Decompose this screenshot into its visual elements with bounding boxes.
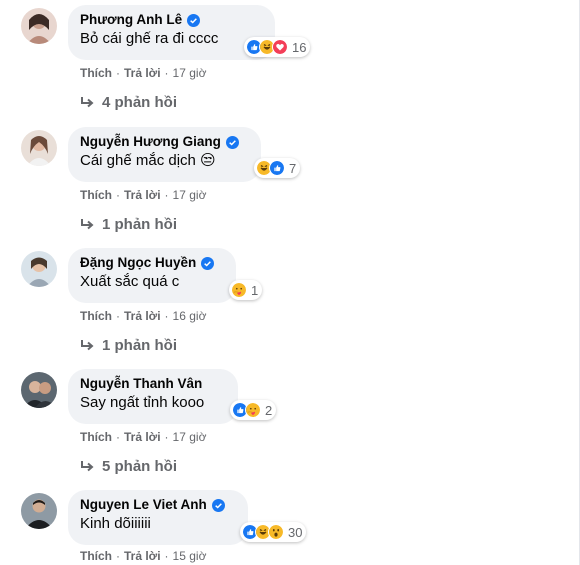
like-link[interactable]: Thích [80, 188, 112, 202]
wow-icon [268, 524, 284, 540]
view-replies-link[interactable]: 1 phản hồi [80, 337, 177, 354]
avatar[interactable] [21, 130, 57, 166]
replies-count[interactable]: 5 phản hồi [102, 458, 177, 475]
author-name[interactable]: Nguyen Le Viet Anh [80, 496, 207, 514]
comment-text: Bỏ cái ghế ra đi cccc [80, 30, 219, 47]
reply-link[interactable]: Trả lời [124, 549, 161, 563]
comment-text: Xuất sắc quá c [80, 273, 180, 290]
reaction-summary[interactable]: 7 [254, 158, 301, 178]
reply-arrow-icon [81, 218, 94, 229]
comment-actions: Thích · Trả lời · 17 giờ [80, 66, 207, 80]
author-name[interactable]: Đặng Ngọc Huyền [80, 254, 196, 272]
comment-time[interactable]: 15 giờ [173, 549, 207, 563]
comment-text: Say ngất tỉnh kooo [80, 394, 205, 411]
reaction-count: 7 [289, 160, 297, 176]
comment-author[interactable]: Nguyen Le Viet Anh [80, 496, 236, 514]
verified-badge-icon [201, 256, 215, 270]
comment-bubble: Nguyen Le Viet Anh Kinh dõiiiiii [68, 490, 248, 545]
reaction-summary[interactable]: 30 [240, 522, 307, 542]
avatar[interactable] [21, 251, 57, 287]
like-link[interactable]: Thích [80, 430, 112, 444]
comment-time[interactable]: 17 giờ [173, 188, 207, 202]
reaction-count: 16 [292, 39, 307, 55]
love-icon [272, 39, 288, 55]
comment-actions: Thích · Trả lời · 16 giờ [80, 309, 207, 323]
like-link[interactable]: Thích [80, 309, 112, 323]
view-replies-link[interactable]: 5 phản hồi [80, 458, 177, 475]
reply-link[interactable]: Trả lời [124, 430, 161, 444]
comment-author[interactable]: Phương Anh Lê [80, 11, 263, 29]
reaction-count: 1 [251, 282, 259, 298]
reply-arrow-icon [81, 96, 94, 107]
comment-time[interactable]: 16 giờ [173, 309, 207, 323]
verified-badge-icon [187, 13, 201, 27]
care-icon [231, 282, 247, 298]
comment-bubble: Phương Anh Lê Bỏ cái ghế ra đi cccc [68, 5, 275, 60]
reaction-summary[interactable]: 2 [230, 400, 277, 420]
replies-count[interactable]: 1 phản hồi [102, 216, 177, 233]
verified-badge-icon [211, 498, 225, 512]
author-name[interactable]: Phương Anh Lê [80, 11, 182, 29]
reply-link[interactable]: Trả lời [124, 188, 161, 202]
comment-actions: Thích · Trả lời · 15 giờ [80, 549, 207, 563]
avatar[interactable] [21, 493, 57, 529]
reaction-summary[interactable]: 16 [244, 37, 311, 57]
comment-time[interactable]: 17 giờ [173, 430, 207, 444]
avatar[interactable] [21, 372, 57, 408]
comment-author[interactable]: Nguyễn Thanh Vân [80, 375, 226, 393]
author-name[interactable]: Nguyễn Thanh Vân [80, 375, 202, 393]
comment-text: Kinh dõiiiiii [80, 515, 151, 532]
replies-count[interactable]: 1 phản hồi [102, 337, 177, 354]
comment-author[interactable]: Đặng Ngọc Huyền [80, 254, 224, 272]
verified-badge-icon [225, 135, 239, 149]
like-link[interactable]: Thích [80, 66, 112, 80]
replies-count[interactable]: 4 phản hồi [102, 94, 177, 111]
view-replies-link[interactable]: 4 phản hồi [80, 94, 177, 111]
reply-link[interactable]: Trả lời [124, 66, 161, 80]
comment-author[interactable]: Nguyễn Hương Giang [80, 133, 249, 151]
comment-time[interactable]: 17 giờ [173, 66, 207, 80]
like-link[interactable]: Thích [80, 549, 112, 563]
comment-bubble: Nguyễn Thanh Vân Say ngất tỉnh kooo [68, 369, 238, 424]
reaction-count: 30 [288, 524, 303, 540]
comment-section: Phương Anh Lê Bỏ cái ghế ra đi cccc 16 T… [0, 0, 580, 565]
care-icon [245, 402, 261, 418]
author-name[interactable]: Nguyễn Hương Giang [80, 133, 221, 151]
comment-actions: Thích · Trả lời · 17 giờ [80, 430, 207, 444]
reply-link[interactable]: Trả lời [124, 309, 161, 323]
comment-bubble: Đặng Ngọc Huyền Xuất sắc quá c [68, 248, 236, 303]
reply-arrow-icon [81, 339, 94, 350]
reaction-count: 2 [265, 402, 273, 418]
avatar[interactable] [21, 8, 57, 44]
reply-arrow-icon [81, 460, 94, 471]
comment-text: Cái ghế mắc dịch 😒 [80, 152, 216, 169]
comment-bubble: Nguyễn Hương Giang Cái ghế mắc dịch 😒 [68, 127, 261, 182]
view-replies-link[interactable]: 1 phản hồi [80, 216, 177, 233]
like-icon [269, 160, 285, 176]
reaction-summary[interactable]: 1 [229, 280, 263, 300]
comment-actions: Thích · Trả lời · 17 giờ [80, 188, 207, 202]
